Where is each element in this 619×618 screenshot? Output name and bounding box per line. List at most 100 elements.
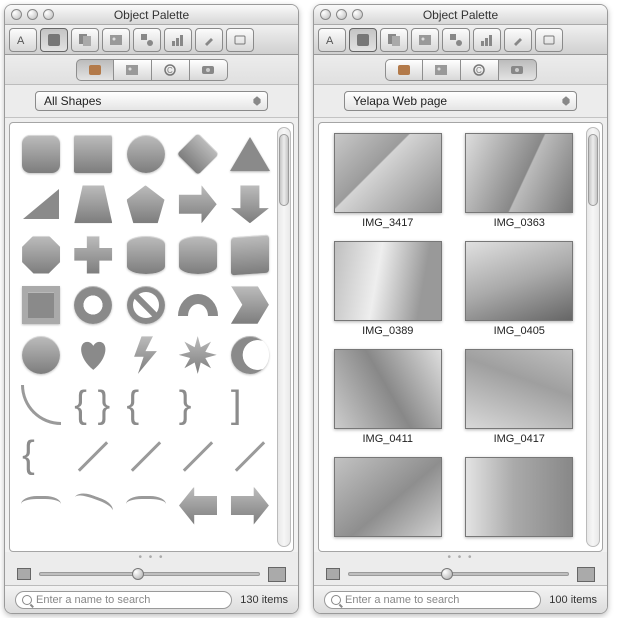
media-button[interactable] bbox=[411, 28, 439, 52]
thumbnail-size-slider[interactable] bbox=[348, 572, 569, 576]
shape-arrow-line-2[interactable] bbox=[229, 434, 271, 476]
titlebar[interactable]: Object Palette bbox=[5, 5, 298, 25]
shape-brace-open[interactable]: { bbox=[124, 384, 166, 426]
text-tool-button[interactable]: A bbox=[318, 28, 346, 52]
shape-lightning[interactable] bbox=[124, 334, 166, 376]
vertical-scrollbar[interactable] bbox=[277, 127, 291, 547]
shape-brace-left[interactable]: { bbox=[20, 434, 62, 476]
resize-grip-icon[interactable]: • • • bbox=[5, 552, 298, 563]
shape-cylinder-2[interactable] bbox=[177, 233, 219, 275]
shape-trapezoid[interactable] bbox=[72, 183, 114, 225]
shape-brace-close[interactable]: } bbox=[177, 384, 219, 426]
resize-grip-icon[interactable]: • • • bbox=[314, 552, 607, 563]
shape-cube[interactable] bbox=[229, 233, 271, 275]
sub-toolbar: C bbox=[5, 55, 298, 85]
minimize-icon[interactable] bbox=[336, 9, 347, 20]
tab-shapes[interactable] bbox=[385, 59, 423, 81]
shape-triangle[interactable] bbox=[229, 133, 271, 175]
shape-heart[interactable] bbox=[72, 334, 114, 376]
vertical-scrollbar[interactable] bbox=[586, 127, 600, 547]
pages-button[interactable] bbox=[71, 28, 99, 52]
media-button[interactable] bbox=[102, 28, 130, 52]
shape-bracket-close[interactable]: ] bbox=[229, 384, 271, 426]
tab-symbols[interactable]: C bbox=[152, 59, 190, 81]
tools-button[interactable] bbox=[195, 28, 223, 52]
photo-label: IMG_0411 bbox=[362, 433, 413, 445]
filter-dropdown[interactable]: All Shapes bbox=[35, 91, 268, 111]
shape-arc[interactable] bbox=[177, 284, 219, 326]
filter-dropdown[interactable]: Yelapa Web page bbox=[344, 91, 577, 111]
photo-item[interactable]: IMG_0411 bbox=[329, 349, 447, 445]
zoom-icon[interactable] bbox=[43, 9, 54, 20]
shape-right-triangle[interactable] bbox=[20, 183, 62, 225]
tab-shapes[interactable] bbox=[76, 59, 114, 81]
shape-square[interactable] bbox=[72, 133, 114, 175]
shape-pentagon[interactable] bbox=[124, 183, 166, 225]
tab-clipart[interactable] bbox=[423, 59, 461, 81]
inspector-button[interactable] bbox=[226, 28, 254, 52]
tab-clipart[interactable] bbox=[114, 59, 152, 81]
tab-symbols[interactable]: C bbox=[461, 59, 499, 81]
shape-s-curve[interactable] bbox=[72, 484, 114, 526]
photo-item[interactable]: IMG_0389 bbox=[329, 241, 447, 337]
shape-right-arrow[interactable] bbox=[177, 183, 219, 225]
shape-line-diag[interactable] bbox=[72, 434, 114, 476]
shape-bevel-square[interactable] bbox=[20, 284, 62, 326]
titlebar[interactable]: Object Palette bbox=[314, 5, 607, 25]
zoom-icon[interactable] bbox=[352, 9, 363, 20]
shape-donut[interactable] bbox=[72, 284, 114, 326]
photo-item[interactable]: IMG_3417 bbox=[329, 133, 447, 229]
shape-bracket-pair[interactable]: { } bbox=[72, 384, 114, 426]
shape-squiggle-arrow[interactable] bbox=[124, 484, 166, 526]
shape-chevron[interactable] bbox=[229, 284, 271, 326]
pages-button[interactable] bbox=[380, 28, 408, 52]
photo-item[interactable] bbox=[329, 457, 447, 541]
shape-diamond[interactable] bbox=[177, 133, 219, 175]
shape-smiley[interactable] bbox=[20, 334, 62, 376]
shape-plus[interactable] bbox=[72, 233, 114, 275]
shape-block-arrow-right[interactable] bbox=[229, 484, 271, 526]
photo-item[interactable]: IMG_0405 bbox=[461, 241, 579, 337]
inspector-button[interactable] bbox=[535, 28, 563, 52]
shape-circle[interactable] bbox=[124, 133, 166, 175]
photo-label: IMG_0389 bbox=[362, 325, 413, 337]
charts-button[interactable] bbox=[164, 28, 192, 52]
svg-text:C: C bbox=[476, 66, 482, 75]
shapes-button[interactable] bbox=[133, 28, 161, 52]
shape-cylinder[interactable] bbox=[124, 233, 166, 275]
footer: Enter a name to search 100 items bbox=[314, 585, 607, 613]
thumbnail-size-slider[interactable] bbox=[39, 572, 260, 576]
shape-block-arrow-left[interactable] bbox=[177, 484, 219, 526]
shape-line[interactable] bbox=[124, 434, 166, 476]
sub-toolbar: C bbox=[314, 55, 607, 85]
close-icon[interactable] bbox=[320, 9, 331, 20]
charts-button[interactable] bbox=[473, 28, 501, 52]
minimize-icon[interactable] bbox=[27, 9, 38, 20]
shape-down-arrow[interactable] bbox=[229, 183, 271, 225]
svg-text:A: A bbox=[326, 35, 334, 47]
photo-thumbnail bbox=[334, 349, 442, 429]
close-icon[interactable] bbox=[11, 9, 22, 20]
object-palette-button[interactable] bbox=[349, 28, 377, 52]
text-tool-button[interactable]: A bbox=[9, 28, 37, 52]
tools-button[interactable] bbox=[504, 28, 532, 52]
shapes-button[interactable] bbox=[442, 28, 470, 52]
photo-item[interactable] bbox=[461, 457, 579, 541]
footer: Enter a name to search 130 items bbox=[5, 585, 298, 613]
photo-thumbnail bbox=[334, 457, 442, 537]
tab-photos[interactable] bbox=[499, 59, 537, 81]
shape-starburst[interactable] bbox=[177, 334, 219, 376]
shape-curve[interactable] bbox=[20, 384, 62, 426]
shape-octagon[interactable] bbox=[20, 233, 62, 275]
shape-crescent[interactable] bbox=[229, 334, 271, 376]
photo-item[interactable]: IMG_0363 bbox=[461, 133, 579, 229]
photo-grid: IMG_3417 IMG_0363 IMG_0389 IMG_0405 IMG_… bbox=[319, 123, 602, 551]
shape-rounded-square[interactable] bbox=[20, 133, 62, 175]
tab-photos[interactable] bbox=[190, 59, 228, 81]
photo-item[interactable]: IMG_0417 bbox=[461, 349, 579, 445]
content-area-shapes: { } { } ] { bbox=[9, 122, 294, 552]
shape-no-sign[interactable] bbox=[124, 284, 166, 326]
shape-squiggle[interactable] bbox=[20, 484, 62, 526]
shape-arrow-line-1[interactable] bbox=[177, 434, 219, 476]
object-palette-button[interactable] bbox=[40, 28, 68, 52]
